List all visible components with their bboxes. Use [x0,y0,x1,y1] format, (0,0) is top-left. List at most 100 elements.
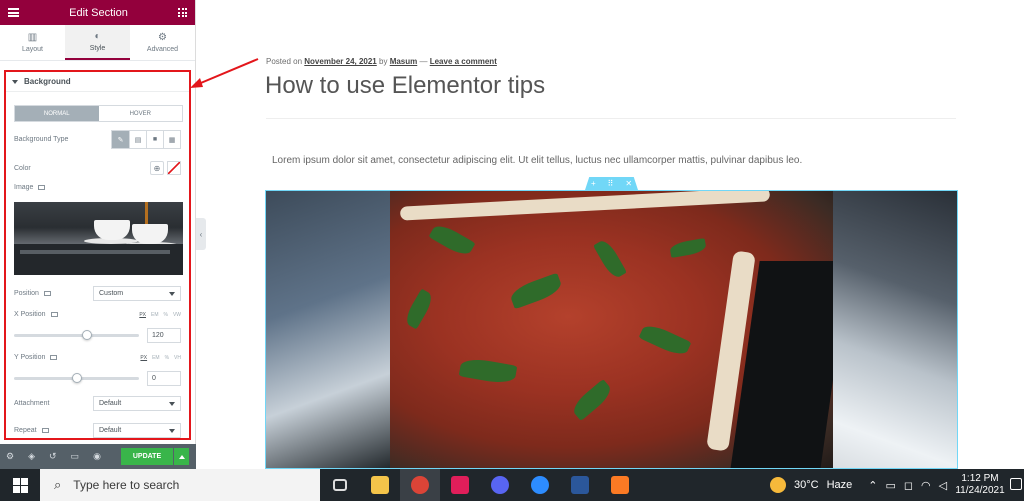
crust [399,191,771,221]
monitor-icon[interactable] [38,185,46,190]
widgets-grid-icon[interactable] [178,8,187,17]
by-text: by [379,57,388,66]
position-select-value: Custom [99,290,124,297]
post-title: How to use Elementor tips [265,72,546,99]
unit-px[interactable]: PX [140,355,147,361]
system-clock[interactable]: 1:12 PM 11/24/2021 [945,473,1015,497]
clock-date: 11/24/2021 [955,485,1005,496]
slideshow-icon[interactable]: ▦ [163,131,180,148]
history-icon[interactable]: ↺ [49,451,57,462]
taskbar-search-box[interactable]: ⌕ Type here to search [40,469,320,501]
discord-icon[interactable] [480,469,520,501]
collapse-panel-icon[interactable]: ‹ [196,218,206,250]
y-position-slider-handle[interactable] [71,373,82,383]
panel-tabs: ▥ Layout ◐ Style ⚙ Advanced [0,25,195,61]
x-position-input[interactable]: 120 [147,328,181,343]
repeat-select[interactable]: Default [93,423,181,438]
unit-percent[interactable]: % [165,355,169,361]
tab-advanced[interactable]: ⚙ Advanced [130,25,195,60]
arugula-leaf [508,272,564,310]
repeat-select-value: Default [99,427,122,434]
tab-layout[interactable]: ▥ Layout [0,25,65,60]
background-section-title: Background [24,77,71,86]
tab-style[interactable]: ◐ Style [65,25,130,60]
globe-icon[interactable]: ⊕ [150,161,164,175]
y-position-label: Y Position [14,354,46,361]
unit-percent[interactable]: % [163,312,167,318]
monitor-icon[interactable] [50,355,58,360]
x-position-slider-handle[interactable] [81,330,92,340]
normal-state-tab[interactable]: NORMAL [15,106,99,121]
color-swatch[interactable] [167,161,181,175]
author-link[interactable]: Masum [390,57,418,66]
chevron-up-icon[interactable]: ⌃ [868,479,877,492]
add-section-icon[interactable]: + [591,179,596,188]
chrome-icon[interactable] [400,469,440,501]
x-position-slider[interactable] [14,330,139,340]
unit-em[interactable]: EM [151,312,159,318]
attachment-select[interactable]: Default [93,396,181,411]
post-date-link[interactable]: November 24, 2021 [304,57,377,66]
repeat-label: Repeat [14,427,37,434]
hover-state-tab[interactable]: HOVER [99,106,183,121]
leave-comment-link[interactable]: Leave a comment [430,57,497,66]
background-image-preview[interactable] [14,202,183,275]
y-position-slider[interactable] [14,373,139,383]
notification-center-icon[interactable] [1010,478,1022,490]
system-tray: 30°C Haze ⌃ ▭ ◻ ◠ ◁ [770,469,947,501]
preview-eye-icon[interactable]: ◉ [93,451,101,462]
battery-icon[interactable]: ▭ [885,479,895,492]
layers-icon[interactable]: ◈ [28,451,35,462]
monitor-icon[interactable] [41,428,49,433]
coffee-machine [14,244,183,275]
gradient-icon[interactable]: ▤ [129,131,146,148]
background-section-preview[interactable] [265,190,958,469]
search-icon: ⌕ [54,477,62,492]
xampp-icon[interactable] [600,469,640,501]
section-handle[interactable]: + ⠿ ✕ [585,177,638,190]
task-view-icon[interactable] [320,469,360,501]
background-type-label: Background Type [14,136,69,143]
attachment-label: Attachment [14,400,50,407]
y-unit-selector: PX EM % VH [140,355,181,361]
unit-px[interactable]: PX [139,312,146,318]
background-section: Background NORMAL HOVER Background Type … [4,70,191,440]
word-icon[interactable] [560,469,600,501]
slack-icon[interactable] [440,469,480,501]
windows-start-icon[interactable] [0,469,40,501]
update-options-icon[interactable] [174,448,189,465]
wifi-icon[interactable]: ◠ [921,479,931,492]
video-icon[interactable]: ■ [146,131,163,148]
image-row: Image [14,184,181,191]
monitor-icon[interactable] [43,291,51,296]
delete-section-icon[interactable]: ✕ [625,179,632,188]
background-section-header[interactable]: Background [6,72,189,92]
x-position-header: X Position PX EM % VW [14,311,181,318]
responsive-icon[interactable]: ▭ [71,451,80,462]
settings-icon[interactable]: ⚙ [6,451,14,462]
meta-separator: — [419,57,428,66]
background-type-row: Background Type ✎ ▤ ■ ▦ [14,130,181,149]
unit-vw[interactable]: VW [173,312,181,318]
state-toggle: NORMAL HOVER [14,105,183,122]
arugula-leaf [458,356,518,386]
position-select[interactable]: Custom [93,286,181,301]
weather-description[interactable]: Haze [827,479,853,491]
tab-layout-label: Layout [21,45,44,53]
weather-temperature[interactable]: 30°C [794,479,819,491]
unit-vh[interactable]: VH [174,355,181,361]
file-explorer-icon[interactable] [360,469,400,501]
monitor-icon[interactable] [50,312,58,317]
update-button[interactable]: UPDATE [121,448,173,465]
brush-icon[interactable]: ✎ [112,131,129,148]
chevron-down-icon [169,401,175,406]
drag-handle-icon[interactable]: ⠿ [608,179,614,188]
device-icon[interactable]: ◻ [904,479,913,492]
y-position-input[interactable]: 0 [147,371,181,386]
hamburger-menu-icon[interactable] [8,8,19,17]
zoom-icon[interactable] [520,469,560,501]
gear-icon: ⚙ [158,31,167,43]
unit-em[interactable]: EM [152,355,160,361]
color-row: Color ⊕ [14,161,181,175]
weather-sun-icon[interactable] [770,477,786,493]
